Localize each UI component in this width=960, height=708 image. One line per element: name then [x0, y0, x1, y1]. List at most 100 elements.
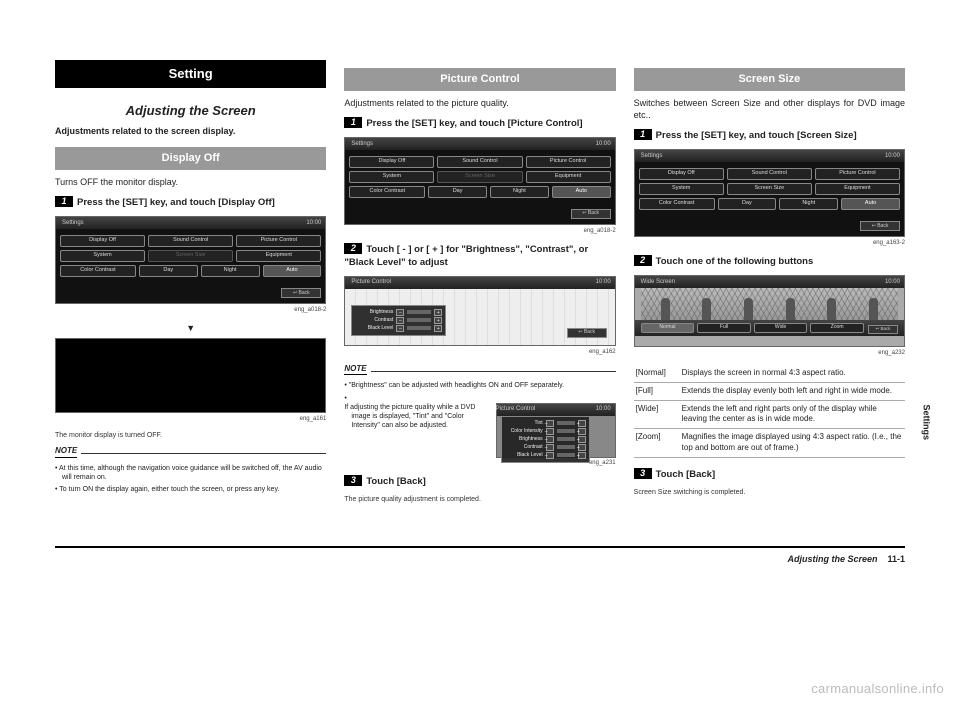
pc-step1-text: Press the [SET] key, and touch [Picture … — [366, 118, 582, 129]
shot-time-6: 10:00 — [885, 278, 900, 286]
btn-equipment-3: Equipment — [815, 183, 900, 195]
btn-night: Night — [201, 265, 260, 277]
pc-brightness: Brightness — [355, 309, 393, 316]
ss-step2: 2 Touch one of the following buttons — [634, 255, 905, 269]
btn-back-5: ↩ Back — [868, 325, 898, 334]
btn-color-contrast: Color Contrast — [60, 265, 136, 277]
shot-title-3: Settings — [639, 152, 663, 160]
settings-screenshot-2: Settings10:00 Display Off Sound Control … — [344, 137, 615, 225]
watermark: carmanualsonline.info — [811, 681, 944, 696]
plus-icon-4: + — [578, 420, 586, 427]
caption-ss-1: eng_a163-2 — [634, 239, 905, 247]
tbl-v1: Displays the screen in normal 4:3 aspect… — [680, 365, 905, 382]
shot-time-3: 10:00 — [596, 278, 611, 286]
step-num-2: 2 — [344, 243, 362, 254]
plus-icon-2: + — [434, 317, 442, 324]
tbl-v4: Magnifies the image displayed using 4:3 … — [680, 429, 905, 458]
pc2-contrast: Contrast — [505, 444, 543, 451]
black-screenshot — [55, 338, 326, 413]
plus-icon-5: + — [578, 428, 586, 435]
wbtn-wide: Wide — [754, 323, 808, 333]
caption-do-1: eng_a018-2 — [55, 306, 326, 314]
tbl-k2: [Full] — [634, 382, 680, 400]
step-num-1c: 1 — [634, 129, 652, 140]
btn-day: Day — [139, 265, 198, 277]
btn-system-2: System — [349, 171, 434, 183]
pc-note2-text: If adjusting the picture quality while a… — [351, 403, 489, 431]
do-note1: At this time, although the navigation vo… — [55, 464, 326, 482]
display-off-desc: Turns OFF the monitor display. — [55, 176, 326, 188]
btn-auto-2: Auto — [552, 186, 611, 198]
pc-panel: Brightness–+ Contrast–+ Black Level–+ — [351, 305, 446, 336]
plus-icon-3: + — [434, 325, 442, 332]
plus-icon-6: + — [578, 436, 586, 443]
triangle-down-icon: ▼ — [55, 322, 326, 334]
pc2-tint: Tint — [505, 420, 543, 427]
caption-do-2: eng_a161 — [55, 415, 326, 423]
pc-note2: If adjusting the picture quality while a… — [344, 394, 615, 468]
shot-time-4: 10:00 — [603, 406, 611, 414]
btn-day-2: Day — [428, 186, 487, 198]
btn-system-3: System — [639, 183, 724, 195]
pc-step2: 2Touch [ - ] or [ + ] for "Brightness", … — [344, 243, 615, 270]
shot-time: 10:00 — [306, 219, 321, 227]
pc-step1: 1Press the [SET] key, and touch [Picture… — [344, 117, 615, 131]
step-num-3: 3 — [344, 475, 362, 486]
adjusting-sub: Adjustments related to the screen displa… — [55, 125, 326, 137]
wbtn-full: Full — [697, 323, 751, 333]
screen-size-head: Screen Size — [634, 68, 905, 91]
step-num-1: 1 — [55, 196, 73, 207]
step-num-2b: 2 — [634, 255, 652, 266]
picture-control-screenshot: Picture Control 10:00 Brightness– + Contra… — [344, 276, 615, 346]
pc-contrast: Contrast — [355, 317, 393, 324]
btn-sound-control-2: Sound Control — [437, 156, 522, 168]
pc-title: Picture Control — [349, 278, 391, 286]
minus-icon-8: – — [546, 452, 554, 459]
picture-desc: Adjustments related to the picture quali… — [344, 97, 615, 109]
btn-display-off: Display Off — [60, 235, 145, 247]
do-note2: To turn ON the display again, either tou… — [55, 485, 326, 494]
btn-picture-control: Picture Control — [236, 235, 321, 247]
btn-screen-size: Screen Size — [148, 250, 233, 262]
setting-header: Setting — [55, 60, 326, 88]
btn-back-2: ↩ Back — [571, 209, 611, 219]
btn-sound-control: Sound Control — [148, 235, 233, 247]
note-list-1: At this time, although the navigation vo… — [55, 464, 326, 494]
pc-note1: "Brightness" can be adjusted with headli… — [344, 381, 615, 390]
do-step1: 1Press the [SET] key, and touch [Display… — [55, 196, 326, 210]
settings-screenshot-3: Settings10:00 Display Off Sound Control … — [634, 149, 905, 237]
ss-step3: 3Touch [Back] — [634, 468, 905, 482]
btn-picture-control-2: Picture Control — [526, 156, 611, 168]
btn-screen-size-3: Screen Size — [727, 183, 812, 195]
step-num-3b: 3 — [634, 468, 652, 479]
tbl-k3: [Wide] — [634, 400, 680, 429]
wbtn-normal: Normal — [641, 323, 695, 333]
minus-icon-5: – — [546, 428, 554, 435]
btn-color-contrast-2: Color Contrast — [349, 186, 425, 198]
pc-step2-text: Touch [ - ] or [ + ] for "Brightness", "… — [344, 244, 588, 268]
shot-time-5: 10:00 — [885, 152, 900, 160]
shot-time-2: 10:00 — [596, 140, 611, 148]
btn-back-4: ↩ Back — [860, 221, 900, 231]
btn-system: System — [60, 250, 145, 262]
footer: Adjusting the Screen 11-1 — [0, 554, 960, 564]
pc-done: The picture quality adjustment is comple… — [344, 495, 615, 504]
do-offline: The monitor display is turned OFF. — [55, 431, 326, 440]
settings-screenshot-1: Settings10:00 Display Off Sound Control … — [55, 216, 326, 304]
footer-title: Adjusting the Screen — [787, 554, 877, 564]
minus-icon: – — [396, 309, 404, 316]
tbl-v3: Extends the left and right parts only of… — [680, 400, 905, 429]
btn-auto-3: Auto — [841, 198, 900, 210]
note-head-1: NOTE — [55, 446, 77, 458]
pc-title-2: Picture Control — [501, 406, 536, 414]
btn-night-2: Night — [490, 186, 549, 198]
ss-step2-text: Touch one of the following buttons — [656, 256, 814, 267]
btn-screen-size-2: Screen Size — [437, 171, 522, 183]
tbl-k4: [Zoom] — [634, 429, 680, 458]
shot-title: Settings — [60, 219, 84, 227]
btn-auto: Auto — [263, 265, 322, 277]
btn-back: ↩ Back — [281, 288, 321, 298]
note-list-2: "Brightness" can be adjusted with headli… — [344, 381, 615, 467]
btn-display-off-3: Display Off — [639, 168, 724, 180]
screen-size-table: [Normal]Displays the screen in normal 4:… — [634, 365, 905, 458]
